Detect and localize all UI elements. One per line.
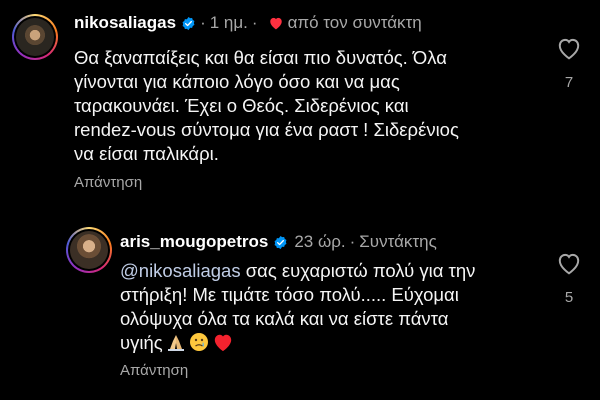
comment-header: aris_mougopetros 23 ώρ. · Συντάκτης [120, 232, 437, 252]
timestamp: 1 ημ. [209, 13, 248, 32]
mention-link[interactable]: @nikosaliagas [120, 260, 241, 281]
comment-line: υγιής [120, 331, 475, 355]
like-heart-icon[interactable] [556, 36, 582, 60]
comment-line: ταρακουνάει. Έχει ο Θεός. Σιδερένιος και [74, 95, 409, 116]
separator: · [200, 13, 206, 32]
liked-by-author-label: από τον συντάκτη [287, 13, 422, 32]
comment-line: στήριξη! Με τιμάτε τόσο πολύ..... Εύχομα… [120, 284, 459, 305]
username[interactable]: aris_mougopetros [120, 232, 268, 252]
reply-button[interactable]: Απάντηση [120, 362, 188, 379]
comment-line: Θα ξαναπαίξεις και θα είσαι πιο δυνατός.… [74, 47, 447, 68]
comment-line: @nikosaliagas σας ευχαριστώ πολύ για την [120, 259, 475, 283]
username[interactable]: nikosaliagas [74, 13, 176, 33]
comment-line: γίνονται για κάποιο λόγο όσο και να μας [74, 71, 400, 92]
like-heart-icon[interactable] [556, 251, 582, 275]
comment-text: Θα ξαναπαίξεις και θα είσαι πιο δυνατός.… [74, 46, 459, 166]
verified-badge-icon [182, 16, 195, 30]
timestamp: 23 ώρ. [294, 232, 346, 251]
avatar[interactable] [70, 231, 108, 269]
like-count: 7 [564, 74, 574, 91]
comment-line: rendez-vous σύντομα για ένα ραστ ! Σιδερ… [74, 119, 459, 140]
separator: · [349, 232, 356, 251]
comment-text-segment: σας ευχαριστώ πολύ για την [240, 260, 476, 281]
comment-text-segment: υγιής [120, 332, 163, 353]
avatar[interactable] [16, 18, 54, 56]
author-role-label: Συντάκτης [359, 232, 437, 251]
separator: · [251, 13, 258, 32]
comment-line: ολόψυχα όλα τα καλά και να είστε πάντα [120, 308, 449, 329]
red-heart-icon [214, 334, 231, 352]
like-count: 5 [564, 289, 574, 306]
verified-badge-icon [274, 235, 287, 249]
comment-header: nikosaliagas · 1 ημ. · από τον συντάκτη [74, 13, 422, 33]
comment-text: @nikosaliagas σας ευχαριστώ πολύ για την… [120, 259, 475, 355]
reply-button[interactable]: Απάντηση [74, 174, 142, 191]
author-heart-icon [269, 17, 282, 30]
crying-face-icon [189, 333, 208, 351]
comment-line: να είσαι παλικάρι. [74, 143, 219, 164]
folded-hands-icon [167, 335, 184, 351]
